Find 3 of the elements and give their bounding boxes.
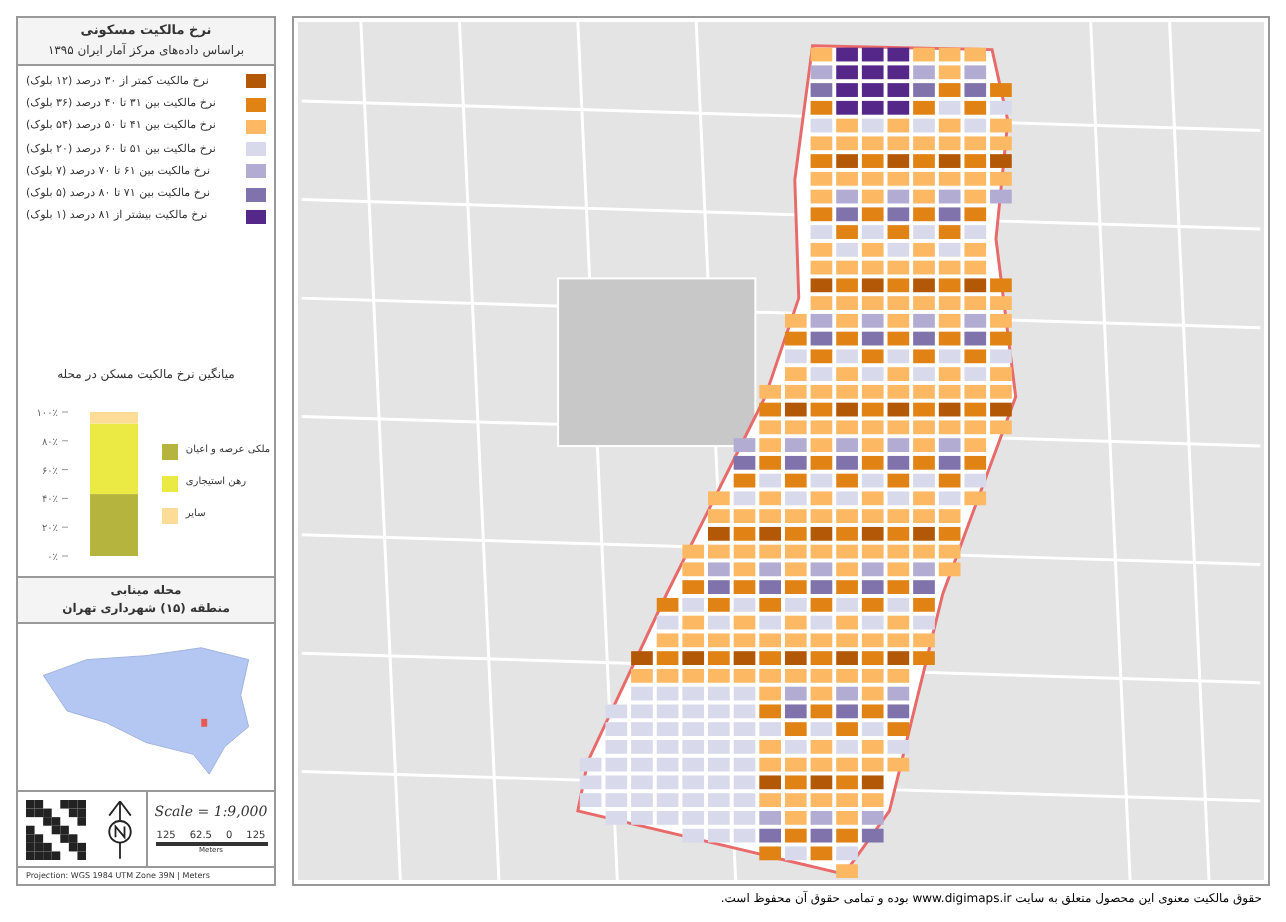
scale-bar xyxy=(155,841,267,846)
north-arrow-icon xyxy=(102,797,138,861)
qr-code-icon xyxy=(26,800,86,860)
